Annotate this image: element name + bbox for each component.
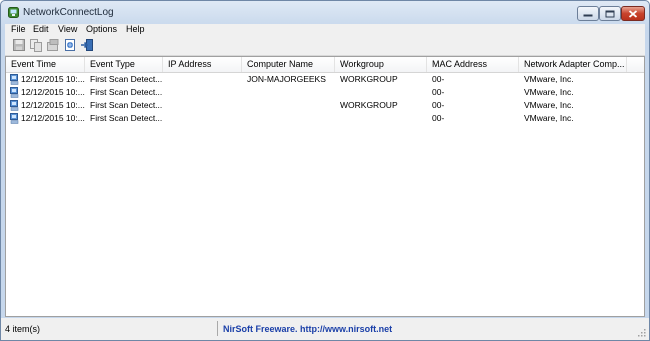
window-title: NetworkConnectLog [23,7,114,18]
minimize-button[interactable] [577,6,599,21]
cell-workgroup: WORKGROUP [340,100,398,110]
cell-ip-address [168,112,242,125]
cell-workgroup: WORKGROUP [340,74,398,84]
cell-event-time: 12/12/2015 10:... [21,113,85,123]
cell-ip-address [168,73,242,86]
save-icon[interactable] [12,38,26,52]
cell-adapter-company: VMware, Inc. [524,74,574,84]
minimize-icon [583,14,593,16]
column-computer-name[interactable]: Computer Name [242,57,335,72]
cell-mac-address: 00- [432,100,445,110]
list-header: Event Time Event Type IP Address Compute… [6,57,644,73]
menu-view[interactable]: View [58,24,77,34]
column-event-type[interactable]: Event Type [85,57,163,72]
html-report-icon[interactable] [63,38,77,52]
exit-icon[interactable] [80,38,94,52]
cell-event-time: 12/12/2015 10:... [21,100,85,110]
menu-edit[interactable]: Edit [33,24,49,34]
maximize-icon [605,10,615,17]
network-event-icon [10,87,19,98]
resize-grip-icon[interactable] [637,328,646,337]
network-event-icon [10,100,19,111]
table-row[interactable]: 12/12/2015 10:... First Scan Detect... W… [6,99,644,112]
column-event-time[interactable]: Event Time [6,57,85,72]
status-divider [217,321,218,336]
cell-ip-address [168,99,242,112]
cell-event-type: First Scan Detect... [90,113,163,123]
cell-event-type: First Scan Detect... [90,100,163,110]
maximize-button[interactable] [599,6,621,21]
menu-options[interactable]: Options [86,24,117,34]
cell-event-time: 12/12/2015 10:... [21,87,85,97]
nirsoft-link[interactable]: NirSoft Freeware. http://www.nirsoft.net [223,322,392,336]
cell-adapter-company: VMware, Inc. [524,87,574,97]
cell-adapter-company: VMware, Inc. [524,100,574,110]
cell-computer-name [247,112,335,125]
column-mac-address[interactable]: MAC Address [427,57,519,72]
table-row[interactable]: 12/12/2015 10:... First Scan Detect... J… [6,73,644,86]
cell-event-type: First Scan Detect... [90,87,163,97]
item-count: 4 item(s) [5,324,41,334]
cell-workgroup [340,112,427,125]
menu-help[interactable]: Help [126,24,145,34]
network-event-icon [10,74,19,85]
network-app-icon [8,7,19,18]
network-event-icon [10,113,19,124]
column-workgroup[interactable]: Workgroup [335,57,427,72]
menu-bar: File Edit View Options Help [5,24,645,36]
table-row[interactable]: 12/12/2015 10:... First Scan Detect... 0… [6,112,644,125]
cell-computer-name [247,99,335,112]
toolbar [5,36,645,56]
column-network-adapter-company[interactable]: Network Adapter Comp... [519,57,627,72]
cell-mac-address: 00- [432,113,445,123]
properties-icon[interactable] [46,38,60,52]
app-window: NetworkConnectLog File Edit View Options… [0,0,650,341]
copy-icon[interactable] [29,38,43,52]
cell-event-time: 12/12/2015 10:... [21,74,85,84]
cell-ip-address [168,86,242,99]
title-bar[interactable]: NetworkConnectLog [1,1,649,25]
event-list[interactable]: Event Time Event Type IP Address Compute… [5,56,645,317]
close-button[interactable] [621,6,645,21]
column-ip-address[interactable]: IP Address [163,57,242,72]
menu-file[interactable]: File [11,24,26,34]
status-bar: 4 item(s) NirSoft Freeware. http://www.n… [1,318,649,340]
cell-mac-address: 00- [432,74,445,84]
cell-adapter-company: VMware, Inc. [524,113,574,123]
cell-computer-name [247,86,335,99]
cell-workgroup [340,86,427,99]
cell-computer-name: JON-MAJORGEEKS [247,74,326,84]
cell-mac-address: 00- [432,87,445,97]
close-icon [629,10,637,17]
cell-event-type: First Scan Detect... [90,74,163,84]
table-row[interactable]: 12/12/2015 10:... First Scan Detect... 0… [6,86,644,99]
